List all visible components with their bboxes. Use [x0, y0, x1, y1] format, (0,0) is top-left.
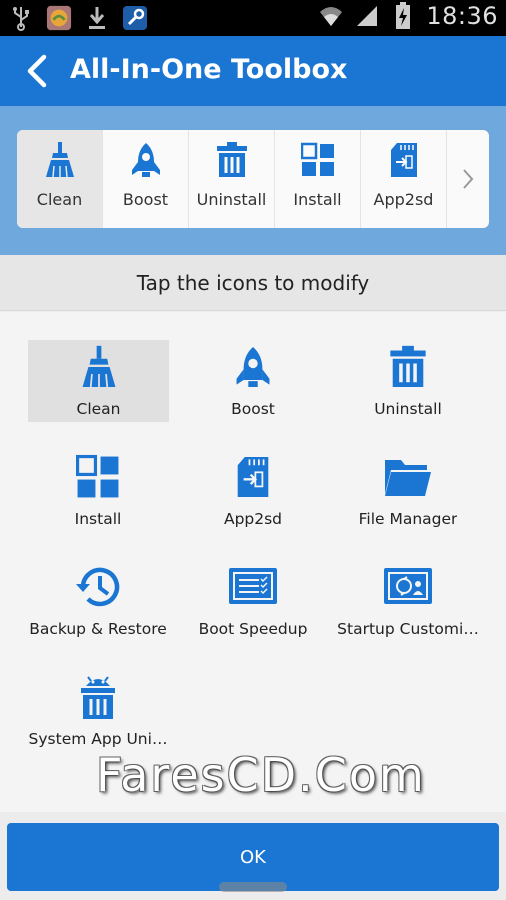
chevron-right-icon: [463, 169, 474, 189]
modify-hint: Tap the icons to modify: [0, 255, 506, 311]
clock-time: 18:36: [426, 2, 498, 30]
rocket-icon: [233, 344, 273, 394]
sd-card-icon: [387, 142, 421, 182]
signal-icon: [354, 2, 380, 30]
strip-item-boost[interactable]: Boost: [103, 130, 189, 228]
checklist-icon: [227, 564, 279, 614]
tool-app2sd[interactable]: App2sd: [173, 450, 333, 532]
tool-backup-restore[interactable]: Backup & Restore: [18, 560, 178, 642]
folder-icon: [383, 454, 433, 504]
broom-icon: [79, 344, 119, 394]
android-trash-icon: [77, 674, 119, 724]
apps-grid-icon: [75, 454, 120, 504]
tool-label: Clean: [76, 400, 121, 418]
tool-boot-speedup[interactable]: Boot Speedup: [173, 560, 333, 642]
usb-icon: [8, 4, 34, 32]
tool-clean[interactable]: Clean: [28, 340, 169, 422]
strip-item-clean[interactable]: Clean: [17, 130, 103, 228]
history-icon: [73, 564, 123, 614]
strip-item-label: App2sd: [373, 190, 434, 209]
tool-label: Startup Customi…: [337, 620, 479, 638]
wrench-icon: [122, 4, 148, 32]
strip-item-label: Uninstall: [196, 190, 267, 209]
download-icon: [84, 4, 110, 32]
tool-label: System App Uni…: [28, 730, 168, 748]
wifi-icon: [318, 2, 344, 30]
drag-handle[interactable]: [219, 882, 287, 892]
startup-icon: [382, 564, 434, 614]
strip-item-app2sd[interactable]: App2sd: [361, 130, 447, 228]
app-bar: All-In-One Toolbox: [0, 36, 506, 106]
tool-system-app-uninstaller[interactable]: System App Uni…: [18, 670, 178, 752]
app-notification-icon: [46, 4, 72, 32]
ok-button[interactable]: OK: [7, 823, 499, 891]
tool-install[interactable]: Install: [18, 450, 178, 532]
status-bar: 18:36: [0, 0, 506, 36]
strip-item-label: Clean: [36, 190, 83, 209]
strip-scroll-right-button[interactable]: [447, 130, 489, 228]
page-title: All-In-One Toolbox: [70, 54, 348, 85]
back-button[interactable]: [16, 50, 56, 92]
rocket-icon: [129, 142, 163, 182]
tool-label: Uninstall: [374, 400, 442, 418]
strip-item-install[interactable]: Install: [275, 130, 361, 228]
apps-grid-icon: [300, 142, 335, 182]
sd-card-icon: [233, 454, 273, 504]
broom-icon: [43, 142, 77, 182]
strip-item-label: Boost: [122, 190, 169, 209]
strip-item-label: Install: [293, 190, 342, 209]
tool-startup-customizer[interactable]: Startup Customi…: [328, 560, 488, 642]
tool-label: Backup & Restore: [29, 620, 167, 638]
tool-label: App2sd: [223, 510, 283, 528]
tool-file-manager[interactable]: File Manager: [328, 450, 488, 532]
watermark: FaresCD.Com: [96, 748, 426, 802]
tool-label: Boot Speedup: [198, 620, 308, 638]
trash-icon: [388, 344, 428, 394]
tool-label: Boost: [231, 400, 275, 418]
strip-item-uninstall[interactable]: Uninstall: [189, 130, 275, 228]
trash-icon: [215, 142, 249, 182]
toolbar-preview: Clean Boost Uninstall Install App2sd: [0, 106, 506, 255]
battery-charging-icon: [390, 2, 416, 30]
chevron-left-icon: [27, 54, 47, 88]
tool-boost[interactable]: Boost: [173, 340, 333, 422]
toolbar-strip: Clean Boost Uninstall Install App2sd: [17, 130, 489, 228]
tool-uninstall[interactable]: Uninstall: [328, 340, 488, 422]
tool-label: File Manager: [358, 510, 458, 528]
tool-label: Install: [74, 510, 122, 528]
tools-grid: Clean Boost Uninstall Install App2sd Fil…: [0, 312, 506, 812]
